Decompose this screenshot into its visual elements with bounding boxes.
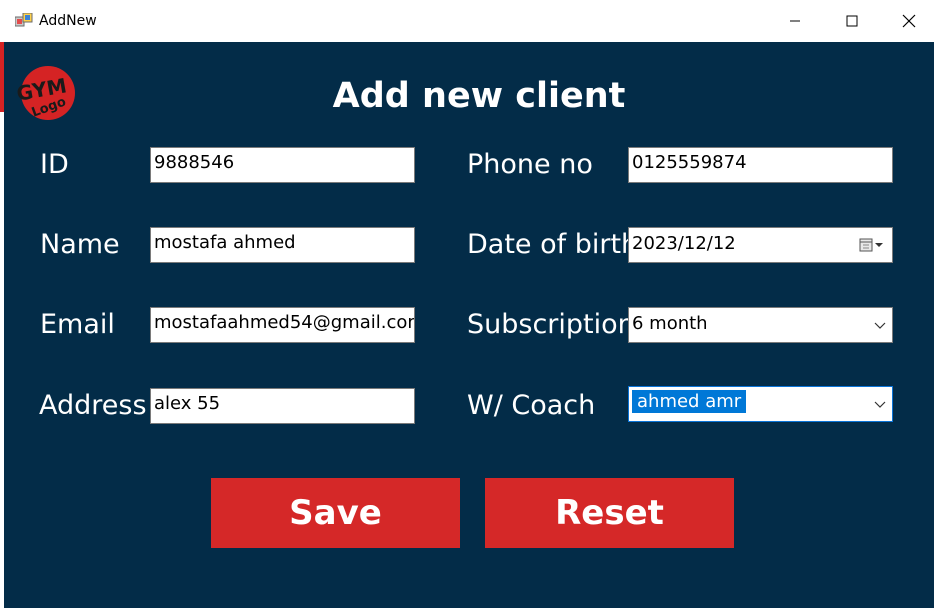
email-label: Email [40, 309, 115, 340]
name-field[interactable]: mostafa ahmed [150, 227, 415, 263]
window-titlebar: AddNew [0, 0, 938, 42]
chevron-down-icon [874, 322, 886, 329]
window-title: AddNew [39, 13, 97, 29]
subscription-label: Subscription [467, 309, 635, 340]
close-button[interactable] [886, 0, 932, 42]
maximize-icon [846, 15, 858, 27]
subscription-select[interactable]: 6 month [628, 307, 893, 343]
email-field[interactable]: mostafaahmed54@gmail.com [150, 307, 415, 343]
page-title: Add new client [332, 76, 626, 116]
phone-field[interactable]: 0125559874 [628, 147, 893, 183]
id-field[interactable]: 9888546 [150, 147, 415, 183]
coach-label: W/ Coach [467, 390, 596, 421]
dob-label: Date of birth [467, 229, 639, 260]
subscription-value: 6 month [632, 313, 708, 334]
id-label: ID [40, 149, 69, 180]
address-label: Address [39, 390, 147, 421]
app-icon [15, 13, 33, 27]
calendar-dropdown-icon[interactable] [858, 236, 888, 254]
close-icon [902, 14, 916, 28]
coach-select[interactable]: ahmed amr [628, 386, 893, 422]
coach-value: ahmed amr [632, 390, 747, 413]
name-label: Name [40, 229, 120, 260]
dob-value: 2023/12/12 [632, 233, 736, 254]
maximize-button[interactable] [829, 0, 875, 42]
minimize-button[interactable] [772, 0, 818, 42]
dob-datepicker[interactable]: 2023/12/12 [628, 227, 893, 263]
address-field[interactable]: alex 55 [150, 388, 415, 424]
chevron-down-icon [874, 401, 886, 408]
phone-label: Phone no [467, 149, 593, 180]
reset-button[interactable]: Reset [485, 478, 734, 548]
minimize-icon [790, 20, 800, 22]
save-button[interactable]: Save [211, 478, 460, 548]
